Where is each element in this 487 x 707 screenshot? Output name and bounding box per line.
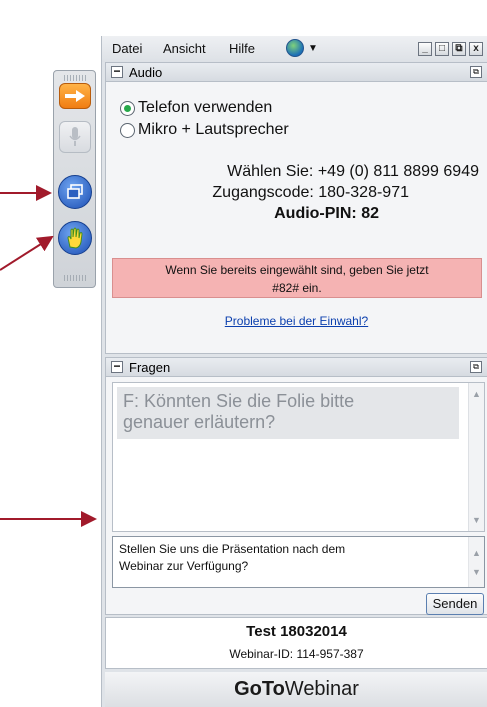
scroll-down-icon[interactable]: ▼: [472, 515, 481, 525]
collapse-questions-button[interactable]: −: [111, 360, 123, 373]
send-button[interactable]: Senden: [426, 593, 484, 615]
question-input-line2: Webinar zur Verfügung?: [119, 559, 249, 573]
popout-audio-icon[interactable]: ⧉: [470, 66, 482, 78]
toolbar-grip-bottom[interactable]: [64, 275, 86, 281]
screen: Datei Ansicht Hilfe ▼ _ □ ⧉ x − Audio ⧉ …: [0, 0, 487, 707]
scroll-up-icon[interactable]: ▲: [472, 389, 481, 399]
raise-hand-icon: [67, 227, 83, 249]
minimize-button[interactable]: _: [418, 42, 432, 56]
menu-help[interactable]: Hilfe: [229, 41, 255, 56]
questions-log[interactable]: F: Könnten Sie die Folie bitte genauer e…: [112, 382, 485, 532]
globe-icon[interactable]: [286, 39, 304, 57]
arrow-to-raise-hand: [0, 235, 54, 271]
radio-phone-indicator[interactable]: [120, 100, 135, 116]
control-panel-window: Datei Ansicht Hilfe ▼ _ □ ⧉ x − Audio ⧉ …: [101, 36, 487, 707]
close-button[interactable]: x: [469, 42, 483, 56]
collapse-audio-button[interactable]: −: [111, 65, 123, 78]
menu-view[interactable]: Ansicht: [163, 41, 206, 56]
input-scroll-up-icon[interactable]: ▲: [472, 545, 481, 562]
questions-panel: − Fragen ⧉ F: Könnten Sie die Folie bitt…: [105, 357, 487, 615]
restore-button[interactable]: □: [435, 42, 449, 56]
brand-bold: GoTo: [234, 678, 285, 700]
radio-mic-indicator[interactable]: [120, 122, 135, 138]
webinar-info: Test 18032014 Webinar-ID: 114-957-387: [105, 617, 487, 669]
questions-scrollbar[interactable]: ▲ ▼: [468, 383, 484, 531]
floating-toolbar: [53, 70, 96, 288]
radio-mic-label: Mikro + Lautsprecher: [138, 121, 289, 138]
audio-panel-header: − Audio ⧉: [106, 63, 487, 82]
microphone-button[interactable]: [59, 121, 91, 153]
audio-panel-title: Audio: [129, 65, 163, 80]
radio-phone-label: Telefon verwenden: [138, 99, 273, 116]
menu-bar: Datei Ansicht Hilfe ▼ _ □ ⧉ x: [102, 36, 487, 62]
popout-button[interactable]: ⧉: [452, 42, 466, 56]
brand-rest: Webinar: [284, 678, 359, 700]
question-item: F: Könnten Sie die Folie bitte genauer e…: [117, 387, 459, 439]
input-scrollbar[interactable]: ▲ ▼: [468, 537, 484, 587]
arrow-right-icon: [65, 90, 85, 102]
questions-panel-title: Fragen: [129, 360, 171, 375]
dial-in-notice: Wenn Sie bereits eingewählt sind, geben …: [112, 258, 482, 298]
radio-mic[interactable]: Mikro + Lautsprecher: [120, 121, 289, 139]
question-line1: F: Könnten Sie die Folie bitte: [123, 391, 355, 411]
input-scroll-down-icon[interactable]: ▼: [472, 564, 481, 581]
dial-problems-link[interactable]: Probleme bei der Einwahl?: [106, 314, 487, 328]
audio-pin: Audio-PIN: 82: [274, 205, 379, 222]
menu-file[interactable]: Datei: [112, 41, 142, 56]
webinar-id: Webinar-ID: 114-957-387: [229, 647, 364, 661]
window-icon: [67, 184, 83, 199]
question-line2: genauer erläutern?: [123, 412, 276, 432]
show-panel-button[interactable]: [59, 83, 91, 109]
show-window-button[interactable]: [58, 175, 92, 209]
popout-questions-icon[interactable]: ⧉: [470, 361, 482, 373]
audio-panel: − Audio ⧉ Telefon verwenden Mikro + Laut…: [105, 62, 487, 354]
question-input[interactable]: Stellen Sie uns die Präsentation nach de…: [112, 536, 485, 588]
access-code: Zugangscode: 180-328-971: [212, 184, 409, 201]
raise-hand-button[interactable]: [58, 221, 92, 255]
webinar-title: Test 18032014: [246, 623, 347, 640]
microphone-icon: [69, 127, 81, 146]
notice-line1: Wenn Sie bereits eingewählt sind, geben …: [165, 263, 429, 277]
question-input-line1: Stellen Sie uns die Präsentation nach de…: [119, 542, 346, 556]
chevron-down-icon[interactable]: ▼: [308, 43, 318, 54]
radio-phone[interactable]: Telefon verwenden: [120, 99, 272, 117]
notice-line2: #82# ein.: [272, 281, 322, 295]
gotowebinar-logo: GoToWebinar: [105, 672, 487, 707]
questions-panel-header: − Fragen ⧉: [106, 358, 487, 377]
dial-number: Wählen Sie: +49 (0) 811 8899 6949: [227, 163, 479, 180]
toolbar-grip-top[interactable]: [64, 75, 86, 81]
